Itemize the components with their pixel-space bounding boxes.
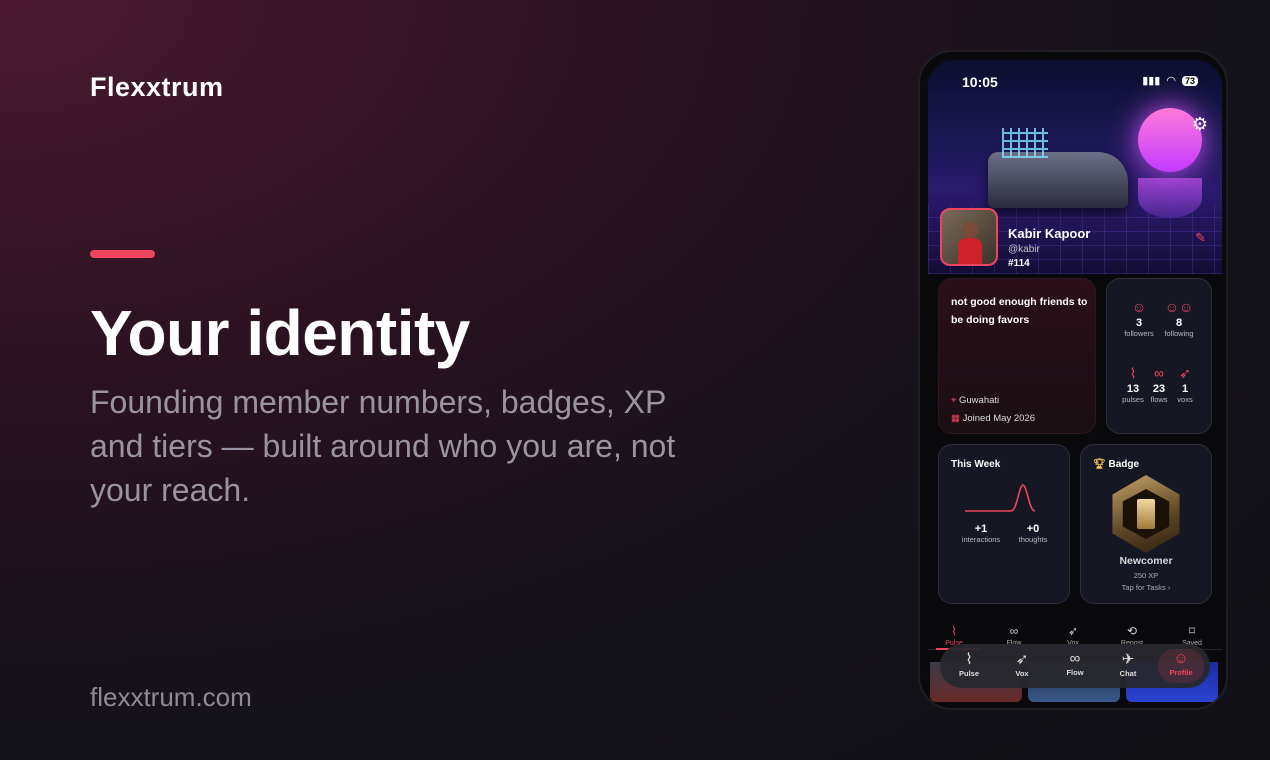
chevron-right-icon: › bbox=[1167, 583, 1171, 592]
infinity-nav-icon: ∞ bbox=[1069, 650, 1081, 667]
interactions-count: +1 bbox=[974, 523, 988, 535]
users-icon: ☺☺ bbox=[1164, 299, 1194, 315]
stat-following[interactable]: ☺☺ 8 following bbox=[1159, 299, 1199, 338]
thoughts-count: +0 bbox=[1026, 523, 1040, 535]
bird-tab-icon: ➶ bbox=[1067, 624, 1079, 638]
battery-icon: 73 bbox=[1181, 75, 1198, 86]
following-label: following bbox=[1164, 329, 1194, 338]
status-time: 10:05 bbox=[962, 74, 998, 90]
location-pin-icon: ⌖ bbox=[951, 395, 957, 406]
bird-nav-icon: ➶ bbox=[1015, 651, 1029, 668]
nav-profile[interactable]: ☺ Profile bbox=[1158, 649, 1204, 683]
joined-date: ▦ Joined May 2026 bbox=[951, 413, 1035, 424]
bio-card: not good enough friends to be doing favo… bbox=[938, 278, 1096, 434]
nav-pulse-label: Pulse bbox=[958, 669, 979, 678]
following-count: 8 bbox=[1175, 317, 1183, 329]
nav-flow[interactable]: ∞ Flow bbox=[1052, 650, 1098, 677]
repost-icon: ⟲ bbox=[1126, 624, 1138, 638]
accent-bar bbox=[90, 250, 155, 258]
profile-icon: ☺ bbox=[1173, 650, 1189, 667]
voxs-count: 1 bbox=[1181, 383, 1189, 395]
week-title: This Week bbox=[951, 459, 1001, 470]
badge-card[interactable]: 🏆︎ Badge Newcomer 250 XP Tap for Tasks › bbox=[1080, 444, 1212, 604]
joined-label: Joined May 2026 bbox=[962, 413, 1035, 424]
tasks-link[interactable]: Tap for Tasks › bbox=[1081, 583, 1211, 592]
avatar[interactable] bbox=[940, 208, 998, 266]
pulse-tab-icon: ⌇ bbox=[951, 624, 957, 638]
wifi-icon: ◠ bbox=[1166, 75, 1176, 87]
badge-door-icon bbox=[1137, 499, 1155, 529]
interactions-label: interactions bbox=[961, 535, 1001, 544]
infinity-tab-icon: ∞ bbox=[1009, 624, 1019, 638]
bookmark-icon: ⌑ bbox=[1188, 624, 1196, 638]
cover-car bbox=[988, 128, 1128, 208]
subtitle: Founding member numbers, badges, XP and … bbox=[90, 384, 676, 508]
brand-logo: Flexxtrum bbox=[90, 72, 224, 102]
gear-icon[interactable]: ⚙ bbox=[1192, 114, 1208, 135]
followers-label: followers bbox=[1124, 329, 1154, 338]
badge-xp: 250 XP bbox=[1133, 571, 1159, 580]
thoughts-stat: +0 thoughts bbox=[1005, 523, 1061, 544]
user-icon: ☺ bbox=[1131, 299, 1147, 315]
edit-icon[interactable]: ✎ bbox=[1195, 230, 1206, 246]
pulse-nav-icon: ⌇ bbox=[965, 651, 973, 668]
nav-profile-label: Profile bbox=[1169, 668, 1193, 677]
member-number: #114 bbox=[1008, 258, 1030, 269]
nav-chat-label: Chat bbox=[1119, 669, 1137, 678]
nav-flow-label: Flow bbox=[1066, 668, 1084, 677]
signal-icon: ▮▮▮ bbox=[1142, 75, 1161, 87]
voxs-label: voxs bbox=[1177, 395, 1193, 404]
profile-handle: @kabir bbox=[1008, 244, 1040, 255]
nav-chat[interactable]: ✈ Chat bbox=[1105, 650, 1151, 678]
this-week-card[interactable]: This Week +1 interactions +0 thoughts bbox=[938, 444, 1070, 604]
stat-voxs[interactable]: ➶ 1 voxs bbox=[1165, 365, 1205, 404]
status-bar: 10:05 ▮▮▮ ◠ 73 bbox=[928, 72, 1222, 92]
badge-title: 🏆︎ Badge bbox=[1093, 459, 1139, 470]
phone-mockup: 10:05 ▮▮▮ ◠ 73 ⚙ Kabir Kapoor @kabir #11… bbox=[918, 50, 1228, 710]
badge-title-label: Badge bbox=[1108, 459, 1140, 470]
location-label: Guwahati bbox=[959, 395, 1000, 406]
activity-sparkline bbox=[965, 484, 1036, 512]
calendar-icon: ▦ bbox=[951, 413, 960, 424]
trophy-icon: 🏆︎ bbox=[1093, 459, 1106, 470]
bird-icon: ➶ bbox=[1179, 365, 1191, 381]
stats-card: ☺ 3 followers ☺☺ 8 following ⌇ 13 pulses… bbox=[1106, 278, 1212, 434]
profile-name: Kabir Kapoor bbox=[1008, 226, 1091, 241]
followers-count: 3 bbox=[1135, 317, 1143, 329]
nav-vox-label: Vox bbox=[1015, 669, 1029, 678]
interactions-stat: +1 interactions bbox=[953, 523, 1009, 544]
nav-vox[interactable]: ➶ Vox bbox=[999, 650, 1045, 678]
cover-sun-reflection bbox=[1138, 178, 1202, 218]
stat-followers[interactable]: ☺ 3 followers bbox=[1119, 299, 1159, 338]
status-icons: ▮▮▮ ◠ 73 bbox=[1142, 74, 1198, 87]
website-link[interactable]: flexxtrum.com bbox=[90, 682, 252, 713]
location: ⌖ Guwahati bbox=[951, 395, 999, 406]
badge-name: Newcomer bbox=[1119, 555, 1173, 567]
bio-text: not good enough friends to be doing favo… bbox=[951, 296, 1088, 326]
nav-pulse[interactable]: ⌇ Pulse bbox=[946, 650, 992, 678]
page-title: Your identity bbox=[90, 297, 470, 369]
tasks-link-label: Tap for Tasks bbox=[1121, 583, 1166, 592]
thoughts-label: thoughts bbox=[1018, 535, 1048, 544]
bottom-nav: ⌇ Pulse ➶ Vox ∞ Flow ✈ Chat ☺ Profile bbox=[940, 644, 1210, 688]
send-icon: ✈ bbox=[1121, 651, 1135, 668]
